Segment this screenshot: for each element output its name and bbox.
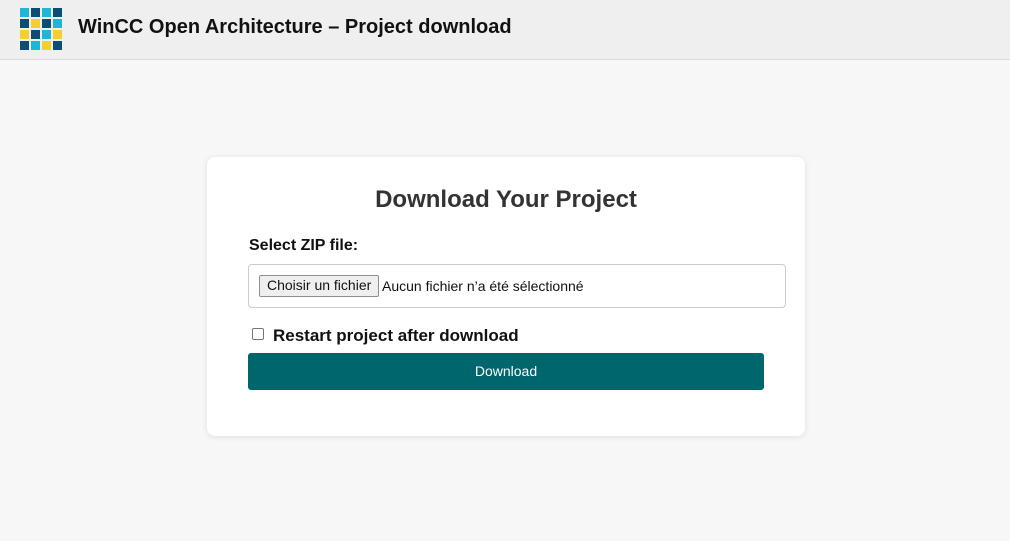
- card-title: Download Your Project: [375, 186, 637, 213]
- choose-file-button[interactable]: Choisir un fichier: [259, 275, 380, 297]
- zip-file-label: Select ZIP file:: [249, 237, 359, 254]
- download-card: Download Your Project Select ZIP file: C…: [207, 157, 805, 436]
- logo-tile: [31, 19, 40, 28]
- restart-checkbox[interactable]: [252, 328, 264, 340]
- logo-tile: [20, 41, 29, 50]
- logo-tile: [31, 8, 40, 17]
- logo-tile: [53, 41, 62, 50]
- zip-file-input[interactable]: Choisir un fichier Aucun fichier n’a été…: [248, 264, 786, 308]
- logo-tile: [42, 30, 51, 39]
- restart-checkbox-label[interactable]: Restart project after download: [273, 326, 519, 346]
- wincc-logo-icon: [20, 8, 62, 50]
- logo-tile: [53, 19, 62, 28]
- app-header: WinCC Open Architecture – Project downlo…: [0, 0, 1010, 60]
- app-title: WinCC Open Architecture – Project downlo…: [78, 16, 512, 38]
- logo-tile: [20, 19, 29, 28]
- download-button[interactable]: Download: [248, 353, 764, 390]
- logo-tile: [31, 30, 40, 39]
- logo-tile: [53, 8, 62, 17]
- logo-tile: [42, 41, 51, 50]
- logo-tile: [42, 8, 51, 17]
- logo-tile: [31, 41, 40, 50]
- logo-tile: [42, 19, 51, 28]
- file-status-text: Aucun fichier n’a été sélectionné: [382, 278, 584, 294]
- logo-tile: [20, 8, 29, 17]
- logo-tile: [20, 30, 29, 39]
- logo-tile: [53, 30, 62, 39]
